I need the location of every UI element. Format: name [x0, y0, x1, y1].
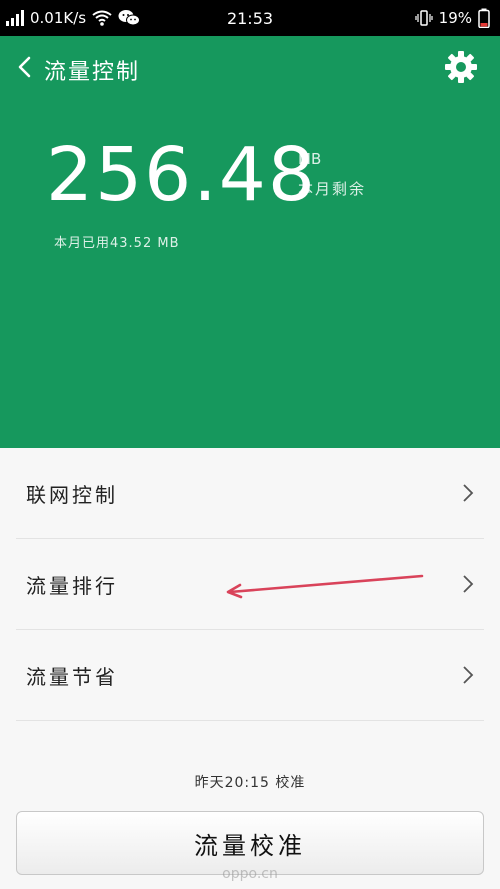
menu-item-label: 流量排行	[26, 573, 118, 598]
used-data-label: 本月已用43.52 MB	[54, 236, 180, 251]
remaining-data-value: 256.48	[46, 132, 317, 218]
menu-item-network-control[interactable]: 联网控制	[16, 448, 484, 539]
calibration-note: 昨天20:15 校准	[194, 775, 306, 791]
header: 流量控制 256.48 MB 本月剩余 本月已用43.52 MB	[0, 36, 500, 448]
chevron-right-icon	[462, 448, 474, 538]
battery-percent: 19%	[438, 9, 472, 27]
chevron-right-icon	[462, 539, 474, 629]
vibrate-icon	[415, 10, 433, 26]
traffic-control-screen: 0.01K/s 21:53 19% 流量控制 256.48 MB 本月剩余 本月…	[0, 0, 500, 889]
page-title: 流量控制	[44, 60, 141, 85]
menu-item-label: 联网控制	[26, 482, 118, 507]
status-right: 19%	[415, 0, 490, 36]
watermark: oppo.cn	[222, 866, 278, 882]
gear-icon[interactable]	[444, 50, 478, 84]
annotation-arrow-icon	[226, 574, 424, 599]
status-bar: 0.01K/s 21:53 19%	[0, 0, 500, 36]
menu-item-label: 流量节省	[26, 664, 118, 689]
back-icon[interactable]	[12, 52, 36, 82]
chevron-right-icon	[462, 630, 474, 720]
remaining-data-unit: MB	[298, 150, 322, 168]
menu-item-traffic-saving[interactable]: 流量节省	[16, 630, 484, 721]
remaining-data-label: 本月剩余	[298, 180, 367, 198]
battery-icon	[478, 8, 490, 28]
